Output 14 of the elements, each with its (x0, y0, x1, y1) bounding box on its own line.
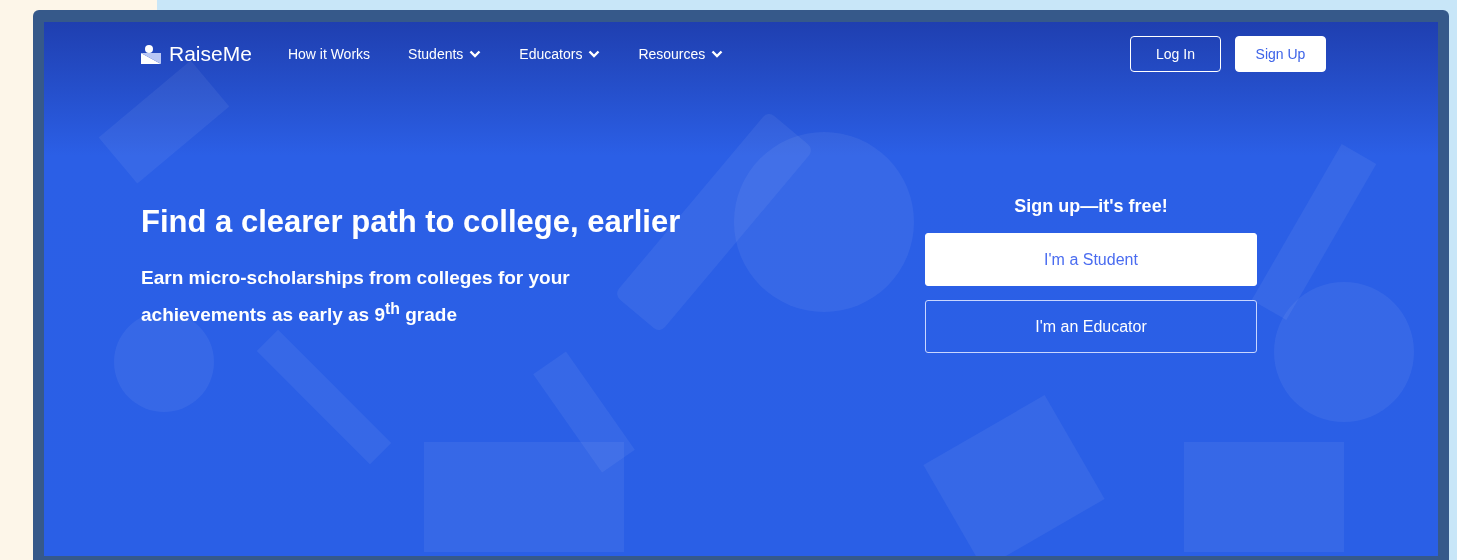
nav-link[interactable]: How it Works (287, 46, 371, 62)
educator-button[interactable]: I'm an Educator (925, 300, 1257, 353)
nav-link[interactable]: Resources (638, 46, 724, 62)
logo-icon (141, 44, 161, 64)
sign-up-button[interactable]: Sign Up (1235, 36, 1326, 72)
log-in-button[interactable]: Log In (1130, 36, 1221, 72)
hero-subtitle: Earn micro-scholarships from colleges for your achievements as early as 9$^{th}$ grade (141, 266, 571, 328)
brand-name: RaiseMe (169, 42, 252, 66)
signup-title: Sign up—it's free! (1013, 196, 1169, 217)
student-button[interactable]: I'm a Student (925, 233, 1257, 286)
brand-logo[interactable]: RaiseMe (141, 42, 252, 66)
hero-headline: Find a clearer path to college, earlier (141, 204, 681, 240)
nav-link[interactable]: Students (408, 46, 482, 62)
nav-link[interactable]: Educators (519, 46, 601, 62)
